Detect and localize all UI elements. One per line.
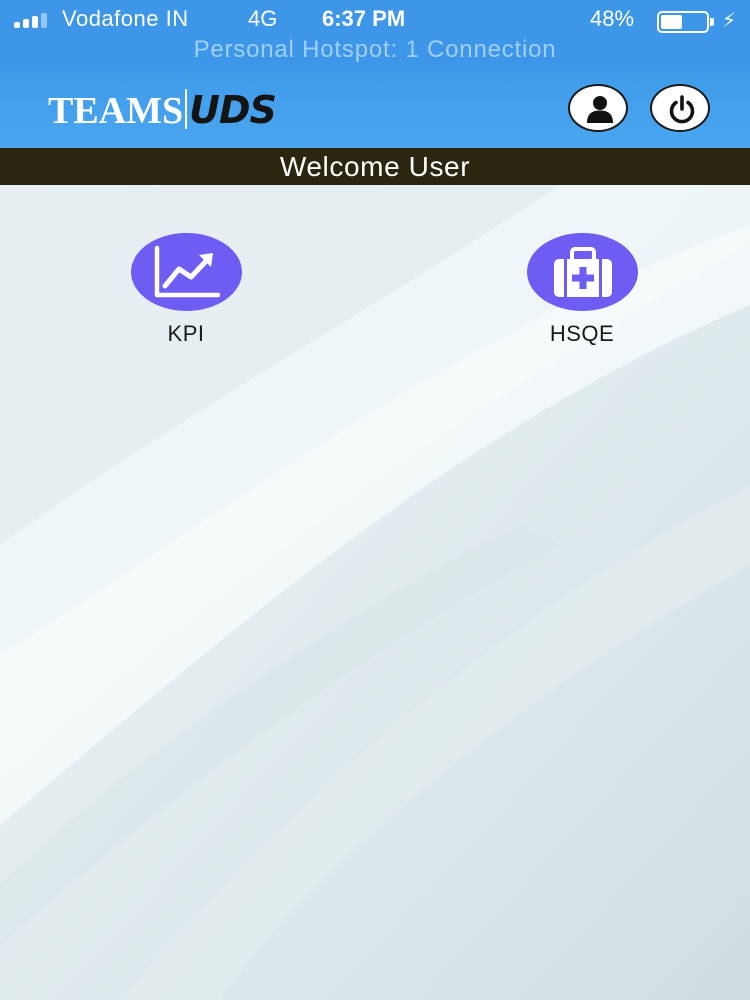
network-type: 4G <box>248 6 278 31</box>
welcome-banner: Welcome User <box>0 148 750 185</box>
kpi-icon-circle[interactable] <box>131 233 242 311</box>
status-bar: Vodafone IN 4G 6:37 PM 48% ⚡ Personal Ho… <box>0 0 750 70</box>
charging-icon: ⚡ <box>722 10 737 32</box>
kpi-label[interactable]: KPI <box>86 321 286 347</box>
status-row: Vodafone IN 4G 6:37 PM 48% ⚡ <box>0 4 750 34</box>
profile-button[interactable] <box>568 84 628 132</box>
first-aid-kit-icon <box>554 247 612 297</box>
logo-divider <box>185 89 188 129</box>
status-time: 6:37 PM <box>322 6 406 31</box>
logo-teams-text: TEAMS <box>48 90 184 132</box>
battery-percent: 48% <box>590 6 635 31</box>
main-content: KPI HSQE <box>0 185 750 1000</box>
signal-strength-icon <box>14 12 56 28</box>
hotspot-banner[interactable]: Personal Hotspot: 1 Connection <box>0 36 750 64</box>
hsqe-icon-circle[interactable] <box>527 233 638 311</box>
carrier-name: Vodafone IN <box>62 6 189 31</box>
logout-button[interactable] <box>650 84 710 132</box>
kpi-tile[interactable]: KPI <box>86 185 286 346</box>
hsqe-tile[interactable]: HSQE <box>482 185 682 346</box>
power-icon <box>669 95 695 124</box>
app-header: TEAMS UDS <box>0 70 750 148</box>
app-logo: TEAMS UDS <box>48 88 277 132</box>
chart-trending-up-icon <box>154 245 220 298</box>
logo-uds-text: UDS <box>189 88 277 132</box>
hsqe-label[interactable]: HSQE <box>482 321 682 347</box>
battery-icon <box>657 11 714 33</box>
user-icon <box>587 96 613 123</box>
